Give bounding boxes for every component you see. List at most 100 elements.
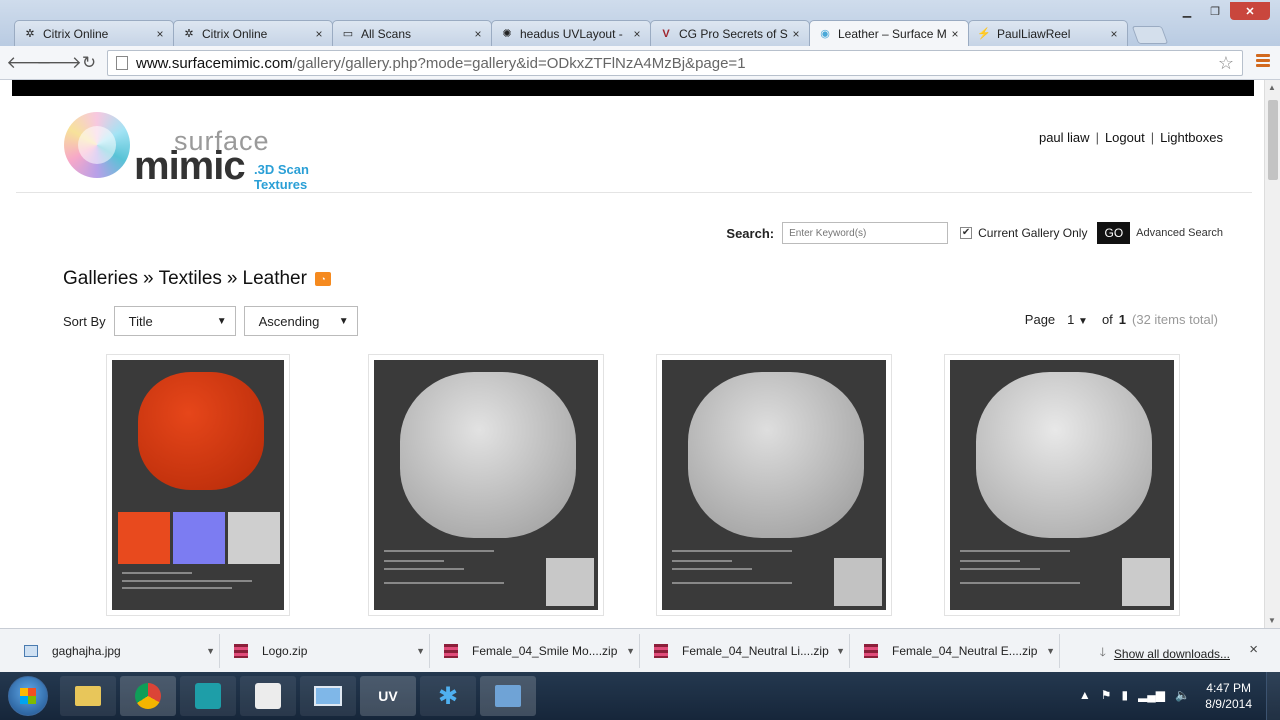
- start-button[interactable]: [8, 676, 48, 716]
- bolt-icon: ⚡: [977, 28, 991, 40]
- caption-line: [960, 568, 1040, 570]
- download-menu-arrow-icon[interactable]: ▼: [416, 646, 425, 656]
- maya-icon[interactable]: [180, 676, 236, 716]
- volume-icon[interactable]: 🔈: [1175, 688, 1190, 702]
- close-icon[interactable]: ×: [1107, 27, 1121, 41]
- photo-viewer-icon[interactable]: [300, 676, 356, 716]
- gallery-item-grey-leather-2[interactable]: [656, 354, 892, 616]
- caption-line: [122, 572, 192, 574]
- caption-line: [672, 550, 792, 552]
- chrome-menu-icon[interactable]: [1256, 54, 1270, 68]
- gallery-item-grey-leather-3[interactable]: [944, 354, 1180, 616]
- download-item[interactable]: gaghajha.jpg ▼: [14, 634, 220, 668]
- page-number: 1: [1067, 312, 1075, 327]
- network-app-icon[interactable]: [480, 676, 536, 716]
- close-icon[interactable]: ×: [948, 27, 962, 41]
- page-scrollbar[interactable]: ▲ ▼: [1264, 80, 1280, 628]
- tab-label: Citrix Online: [43, 26, 109, 41]
- tab-all-scans[interactable]: ▭ All Scans ×: [332, 20, 492, 46]
- tab-label: Leather – Surface M: [838, 26, 947, 41]
- gallery-item-grey-leather-1[interactable]: [368, 354, 604, 616]
- reload-button[interactable]: ↻: [74, 48, 104, 78]
- show-desktop-button[interactable]: [1266, 672, 1280, 720]
- close-icon[interactable]: ×: [789, 27, 803, 41]
- sort-label: Sort By: [63, 313, 106, 329]
- maximize-button[interactable]: ❐: [1202, 2, 1228, 20]
- texture-swatch: [1122, 558, 1170, 606]
- close-icon[interactable]: ×: [312, 27, 326, 41]
- download-item[interactable]: Female_04_Neutral E....zip ▼: [854, 634, 1060, 668]
- sort-field-value: Title: [128, 313, 153, 329]
- rss-icon[interactable]: ◔: [314, 272, 331, 286]
- tab-citrix-online-2[interactable]: ✲ Citrix Online ×: [173, 20, 333, 46]
- breadcrumb-textiles[interactable]: Textiles: [159, 268, 222, 290]
- caption-line: [122, 580, 252, 582]
- download-menu-arrow-icon[interactable]: ▼: [626, 646, 635, 656]
- header-divider: [16, 192, 1252, 193]
- download-menu-arrow-icon[interactable]: ▼: [836, 646, 845, 656]
- download-item[interactable]: Logo.zip ▼: [224, 634, 430, 668]
- close-icon[interactable]: ×: [1249, 641, 1258, 658]
- nav-separator: |: [1150, 130, 1155, 145]
- search-input[interactable]: [782, 222, 949, 244]
- breadcrumb-separator: »: [142, 268, 154, 289]
- chrome-icon[interactable]: [120, 676, 176, 716]
- page-select[interactable]: 1 ▼: [1067, 312, 1088, 327]
- zbrush-icon[interactable]: [240, 676, 296, 716]
- snowflake-icon[interactable]: ✱: [420, 676, 476, 716]
- lightboxes-link[interactable]: Lightboxes: [1160, 130, 1223, 145]
- sort-order-select[interactable]: Ascending ▼: [243, 306, 358, 336]
- sort-field-select[interactable]: Title ▼: [113, 306, 236, 336]
- battery-icon[interactable]: ▮: [1121, 688, 1128, 702]
- download-item[interactable]: Female_04_Neutral Li....zip ▼: [644, 634, 850, 668]
- archive-icon: [444, 644, 458, 658]
- forward-button[interactable]: 🡒: [36, 48, 82, 78]
- close-icon[interactable]: ×: [471, 27, 485, 41]
- minimize-button[interactable]: ▁: [1174, 2, 1200, 20]
- advanced-search-link[interactable]: Advanced Search: [1136, 227, 1223, 239]
- scroll-up-icon[interactable]: ▲: [1268, 83, 1276, 92]
- caption-line: [672, 568, 752, 570]
- tray-expand-icon[interactable]: ▲: [1079, 688, 1091, 702]
- address-bar[interactable]: www.surfacemimic.com/gallery/gallery.php…: [107, 50, 1243, 76]
- nav-separator: |: [1095, 130, 1099, 145]
- new-tab-button[interactable]: [1131, 26, 1169, 44]
- scroll-thumb[interactable]: [1268, 100, 1278, 180]
- bookmark-star-icon[interactable]: ☆: [1218, 53, 1234, 74]
- texture-swatch: [546, 558, 594, 606]
- logout-link[interactable]: Logout: [1105, 130, 1145, 145]
- thumbnail-image: [112, 360, 284, 610]
- clock[interactable]: 4:47 PM 8/9/2014: [1205, 680, 1252, 712]
- breadcrumb-leather: Leather: [242, 268, 307, 289]
- system-tray: ▲ ⚑ ▮ ▂▄▆ 🔈: [1079, 688, 1190, 702]
- download-item[interactable]: Female_04_Smile Mo....zip ▼: [434, 634, 640, 668]
- download-shelf: gaghajha.jpg ▼ Logo.zip ▼ Female_04_Smil…: [0, 628, 1280, 672]
- tab-citrix-online-1[interactable]: ✲ Citrix Online ×: [14, 20, 174, 46]
- scroll-down-icon[interactable]: ▼: [1268, 616, 1276, 625]
- tab-paulliawreel[interactable]: ⚡ PaulLiawReel ×: [968, 20, 1128, 46]
- uvlayout-label: UV: [378, 688, 398, 704]
- tab-leather-surface-mimic[interactable]: ◉ Leather – Surface M ×: [809, 20, 969, 46]
- search-go-button[interactable]: GO: [1097, 222, 1131, 244]
- close-window-button[interactable]: ✕: [1230, 2, 1270, 20]
- tab-headus-uvlayout[interactable]: ✺ headus UVLayout - ×: [491, 20, 651, 46]
- download-menu-arrow-icon[interactable]: ▼: [206, 646, 215, 656]
- signal-icon[interactable]: ▂▄▆: [1138, 688, 1165, 702]
- download-menu-arrow-icon[interactable]: ▼: [1046, 646, 1055, 656]
- tab-cg-pro[interactable]: V CG Pro Secrets of S ×: [650, 20, 810, 46]
- page-icon: ▭: [342, 28, 354, 40]
- texture-swatch: [834, 558, 882, 606]
- citrix-icon: ✲: [184, 28, 194, 40]
- show-all-downloads[interactable]: 🡓 Show all downloads...: [1100, 643, 1230, 664]
- gallery-item-red-leather[interactable]: [106, 354, 290, 616]
- close-icon[interactable]: ×: [153, 27, 167, 41]
- current-gallery-checkbox[interactable]: ✔: [960, 227, 973, 239]
- close-icon[interactable]: ×: [630, 27, 644, 41]
- uvlayout-icon[interactable]: UV: [360, 676, 416, 716]
- user-name-link[interactable]: paul liaw: [1039, 130, 1090, 145]
- surface-mimic-logo[interactable]: surface mimic .3D Scan Textures: [64, 112, 364, 192]
- explorer-icon[interactable]: [60, 676, 116, 716]
- show-all-downloads-link[interactable]: Show all downloads...: [1114, 647, 1230, 661]
- flag-icon[interactable]: ⚑: [1101, 688, 1112, 702]
- breadcrumb-galleries[interactable]: Galleries: [63, 268, 138, 290]
